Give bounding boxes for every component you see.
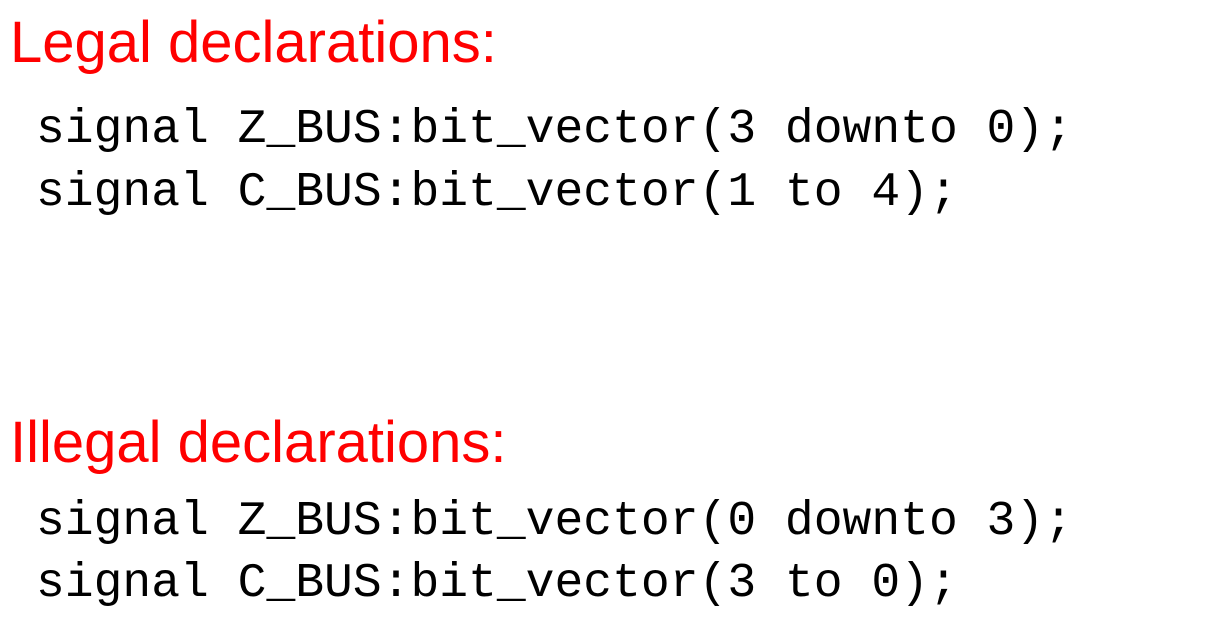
legal-code-line: signal Z_BUS:bit_vector(3 downto 0); [36, 103, 1073, 157]
legal-declarations-heading: Legal declarations: [10, 10, 497, 75]
illegal-declarations-heading: Illegal declarations: [10, 410, 507, 475]
illegal-code-line: signal C_BUS:bit_vector(3 to 0); [36, 557, 958, 611]
legal-code-line: signal C_BUS:bit_vector(1 to 4); [36, 166, 958, 220]
illegal-code-line: signal Z_BUS:bit_vector(0 downto 3); [36, 495, 1073, 549]
